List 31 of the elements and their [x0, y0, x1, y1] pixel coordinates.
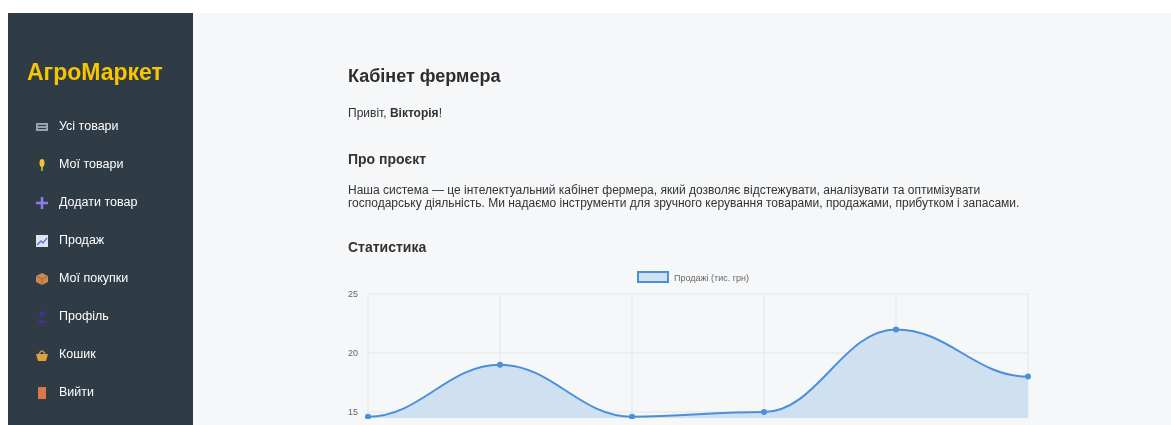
nav-link[interactable]: Продаж — [27, 231, 193, 250]
nav-link[interactable]: Профіль — [27, 307, 193, 326]
y-tick-label: 15 — [348, 407, 358, 417]
y-tick-label: 25 — [348, 289, 358, 299]
box-icon — [35, 271, 49, 286]
legend-label: Продажі (тис. грн) — [674, 273, 749, 283]
section-heading: Статистика — [348, 238, 428, 257]
greeting-text: Привіт, Вікторія! — [348, 105, 443, 122]
data-point — [365, 413, 371, 419]
plus-icon — [35, 195, 49, 210]
nav-link[interactable]: Усі товари — [27, 117, 193, 136]
nav-link[interactable]: Вийти — [27, 383, 193, 402]
basket-icon — [35, 347, 49, 362]
nav-link[interactable]: Мої покупки — [27, 269, 193, 288]
nav-link[interactable]: Додати товар — [27, 193, 193, 212]
logo: АгроМаркет — [27, 58, 164, 87]
person-icon — [35, 309, 49, 324]
chart-legend[interactable]: Продажі (тис. грн) — [637, 271, 749, 283]
about-text: Наша система — це інтелектуальний кабінет фермера, який дозволяє відстежувати, аналізувати та оптимізувати господарську діяльність. Ми надаємо інструменти для зручного керування товарами, продажами, прибутком і запасами. — [348, 184, 1021, 210]
data-point — [761, 409, 767, 415]
page-title: Кабінет фермера — [348, 65, 502, 88]
data-point — [497, 361, 503, 368]
y-tick-label: 20 — [348, 348, 358, 358]
chart-icon — [35, 233, 49, 248]
data-point — [629, 413, 635, 419]
nav-link[interactable]: Мої товари — [27, 155, 193, 174]
nav-link[interactable]: Кошик — [27, 345, 193, 364]
door-icon — [35, 385, 49, 400]
data-point — [1025, 373, 1031, 380]
section-heading: Про проєкт — [348, 150, 428, 169]
data-point — [893, 326, 899, 333]
